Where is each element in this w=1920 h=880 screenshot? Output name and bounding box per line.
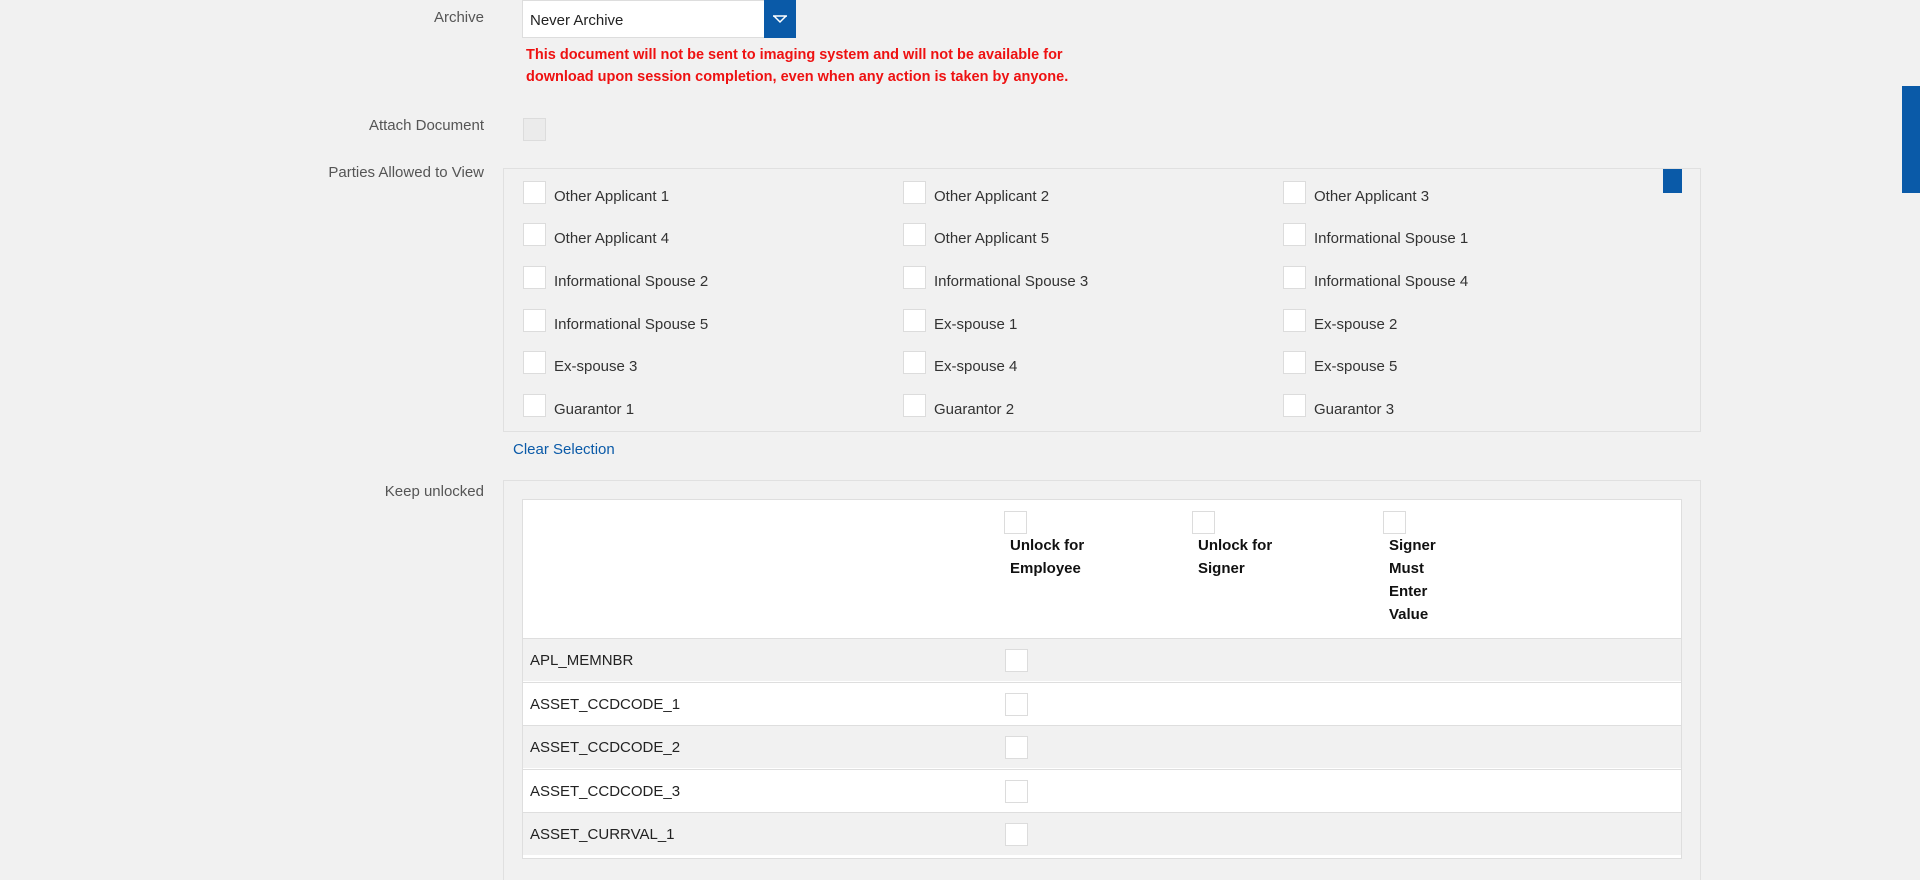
party-checkbox[interactable] bbox=[903, 351, 926, 374]
unlock-employee-checkbox[interactable] bbox=[1005, 779, 1028, 803]
unlock-employee-checkbox[interactable] bbox=[1005, 736, 1028, 760]
field-name: ASSET_CURRVAL_1 bbox=[530, 826, 675, 844]
keep-unlocked-label: Keep unlocked bbox=[384, 483, 484, 500]
party-label: Informational Spouse 2 bbox=[554, 273, 709, 290]
party-label: Other Applicant 3 bbox=[1314, 188, 1430, 205]
table-row: ASSET_CCDCODE_1 bbox=[523, 681, 1681, 725]
archive-warning: This document will not be sent to imagin… bbox=[526, 47, 1069, 85]
field-name: ASSET_CCDCODE_1 bbox=[530, 695, 681, 713]
party-checkbox[interactable] bbox=[1283, 181, 1306, 204]
party-checkbox[interactable] bbox=[903, 394, 926, 417]
party-checkbox[interactable] bbox=[903, 223, 926, 246]
party-label: Ex-spouse 3 bbox=[554, 358, 638, 375]
clear-selection-link[interactable]: Clear Selection bbox=[513, 441, 615, 458]
dropdown-button[interactable] bbox=[764, 0, 796, 38]
party-label: Guarantor 3 bbox=[1314, 401, 1395, 418]
party-label: Ex-spouse 4 bbox=[934, 358, 1018, 375]
party-label: Ex-spouse 1 bbox=[934, 316, 1018, 333]
field-name: ASSET_CCDCODE_2 bbox=[530, 739, 681, 757]
party-label: Other Applicant 5 bbox=[934, 230, 1050, 247]
table-row: APL_MEMNBR bbox=[523, 638, 1681, 681]
party-label: Informational Spouse 1 bbox=[1314, 230, 1469, 247]
party-label: Guarantor 1 bbox=[554, 401, 635, 418]
party-checkbox[interactable] bbox=[523, 181, 546, 204]
party-checkbox[interactable] bbox=[1283, 351, 1306, 374]
party-label: Ex-spouse 5 bbox=[1314, 358, 1398, 375]
party-checkbox[interactable] bbox=[1283, 223, 1306, 246]
party-checkbox[interactable] bbox=[523, 309, 546, 332]
party-checkbox[interactable] bbox=[523, 223, 546, 246]
attach-document-checkbox[interactable] bbox=[523, 118, 546, 141]
party-checkbox[interactable] bbox=[1283, 266, 1306, 289]
party-label: Ex-spouse 2 bbox=[1314, 316, 1398, 333]
signer-must-enter-header-checkbox[interactable] bbox=[1383, 511, 1406, 534]
party-checkbox[interactable] bbox=[903, 266, 926, 289]
unlock-signer-header-checkbox[interactable] bbox=[1192, 511, 1215, 534]
archive-select-value: Never Archive bbox=[530, 12, 624, 29]
party-label: Other Applicant 1 bbox=[554, 188, 670, 205]
archive-select[interactable]: Never Archive bbox=[522, 0, 796, 38]
unlock-employee-checkbox[interactable] bbox=[1005, 692, 1028, 716]
party-checkbox[interactable] bbox=[523, 394, 546, 417]
field-name: APL_MEMNBR bbox=[530, 652, 634, 669]
table-row: ASSET_CURRVAL_1 bbox=[523, 812, 1681, 856]
party-label: Informational Spouse 4 bbox=[1314, 273, 1469, 290]
party-label: Guarantor 2 bbox=[934, 401, 1015, 418]
party-label: Other Applicant 4 bbox=[554, 230, 670, 247]
party-checkbox[interactable] bbox=[523, 266, 546, 289]
column-header-signer-must-enter: Signer Must Enter Value bbox=[1389, 537, 1436, 623]
party-checkbox[interactable] bbox=[903, 309, 926, 332]
party-label: Informational Spouse 5 bbox=[554, 316, 709, 333]
party-checkbox[interactable] bbox=[1283, 309, 1306, 332]
party-checkbox[interactable] bbox=[903, 181, 926, 204]
unlock-employee-checkbox[interactable] bbox=[1005, 823, 1028, 847]
chevron-down-icon bbox=[773, 15, 787, 24]
attach-document-label: Attach Document bbox=[368, 117, 484, 134]
panel-scrollbar-thumb[interactable] bbox=[1663, 169, 1682, 193]
archive-label: Archive bbox=[433, 9, 484, 26]
parties-label: Parties Allowed to View bbox=[328, 164, 484, 181]
field-name: ASSET_CCDCODE_3 bbox=[530, 782, 681, 800]
unlock-employee-header-checkbox[interactable] bbox=[1004, 511, 1027, 534]
table-row: ASSET_CCDCODE_2 bbox=[523, 725, 1681, 769]
column-header-unlock-signer: Unlock for Signer bbox=[1198, 537, 1273, 577]
party-checkbox[interactable] bbox=[1283, 394, 1306, 417]
column-header-unlock-employee: Unlock for Employee bbox=[1010, 537, 1085, 577]
parties-panel bbox=[503, 168, 1701, 432]
page-scrollbar-thumb[interactable] bbox=[1902, 86, 1920, 193]
unlock-employee-checkbox[interactable] bbox=[1005, 649, 1028, 672]
party-label: Other Applicant 2 bbox=[934, 188, 1050, 205]
table-row: ASSET_CCDCODE_3 bbox=[523, 768, 1681, 812]
party-label: Informational Spouse 3 bbox=[934, 273, 1089, 290]
party-checkbox[interactable] bbox=[523, 351, 546, 374]
